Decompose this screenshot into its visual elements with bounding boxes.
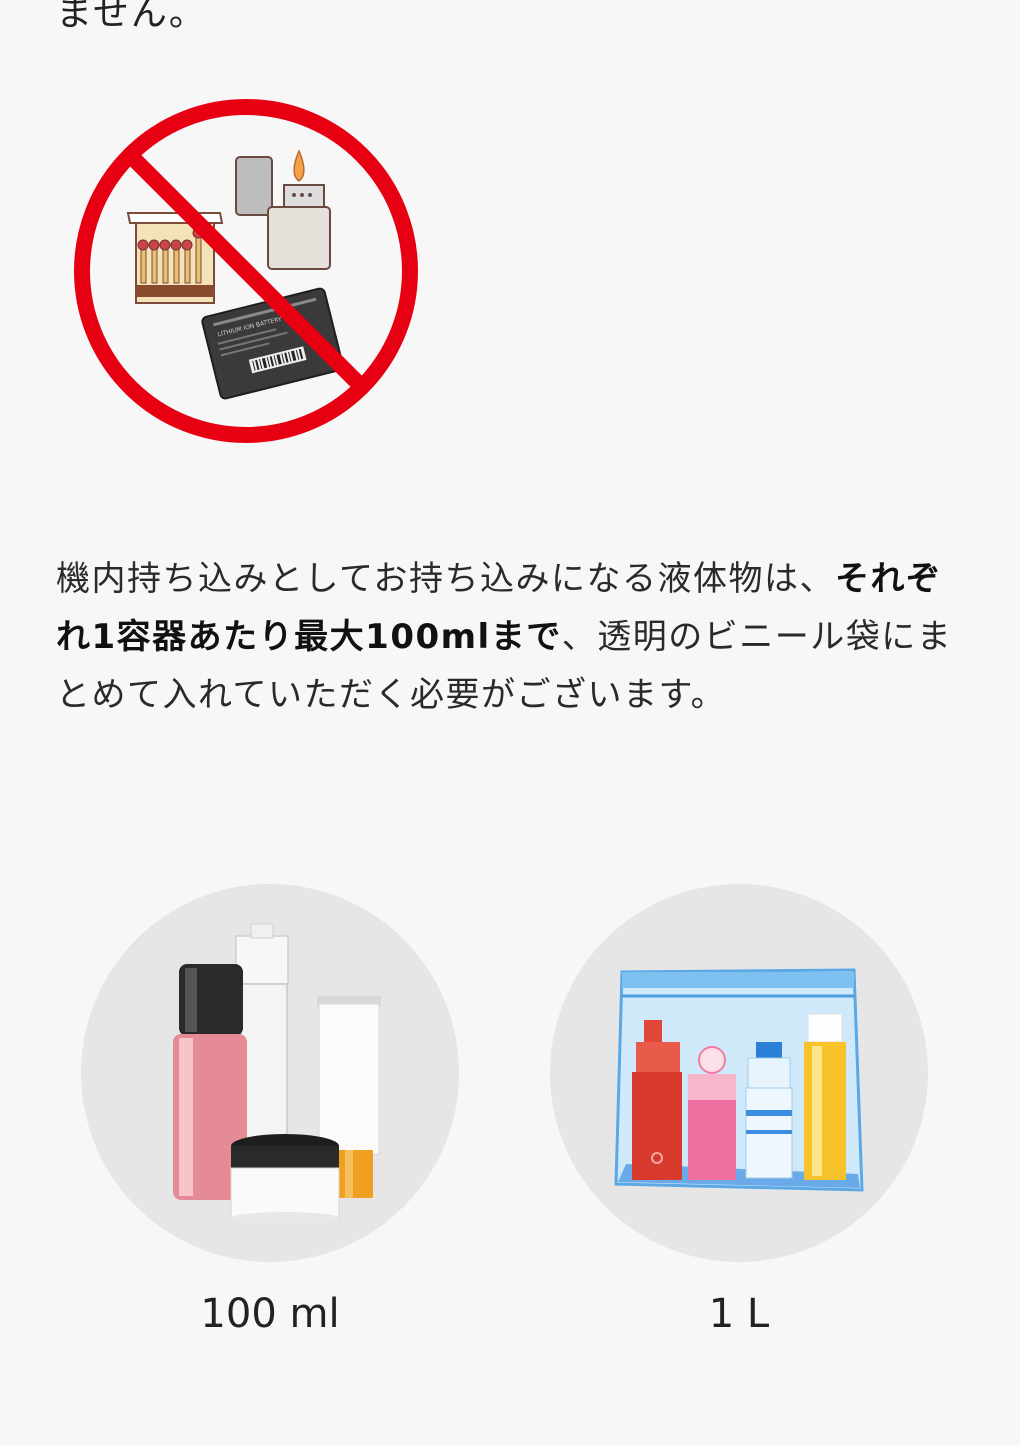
page: ません。 LITHIUM ION BATTERY 機内持ち込みとしてお持ち込みに…	[0, 0, 1020, 1445]
limit-caption-bag: 1 L	[708, 1291, 770, 1337]
intro-text-tail: ません。	[56, 0, 207, 34]
liquids-rule-paragraph: 機内持ち込みとしてお持ち込みになる液体物は、それぞれ1容器あたり最大100mlま…	[56, 550, 961, 724]
cosmetics-containers-icon	[81, 884, 459, 1262]
no-fire-battery-icon: LITHIUM ION BATTERY	[70, 95, 422, 447]
paragraph-text-1: 機内持ち込みとしてお持ち込みになる液体物は、	[56, 559, 835, 599]
lighter-icon	[235, 149, 331, 270]
limit-caption-container: 100 ml	[200, 1291, 340, 1337]
clear-plastic-bag-icon	[550, 884, 928, 1262]
